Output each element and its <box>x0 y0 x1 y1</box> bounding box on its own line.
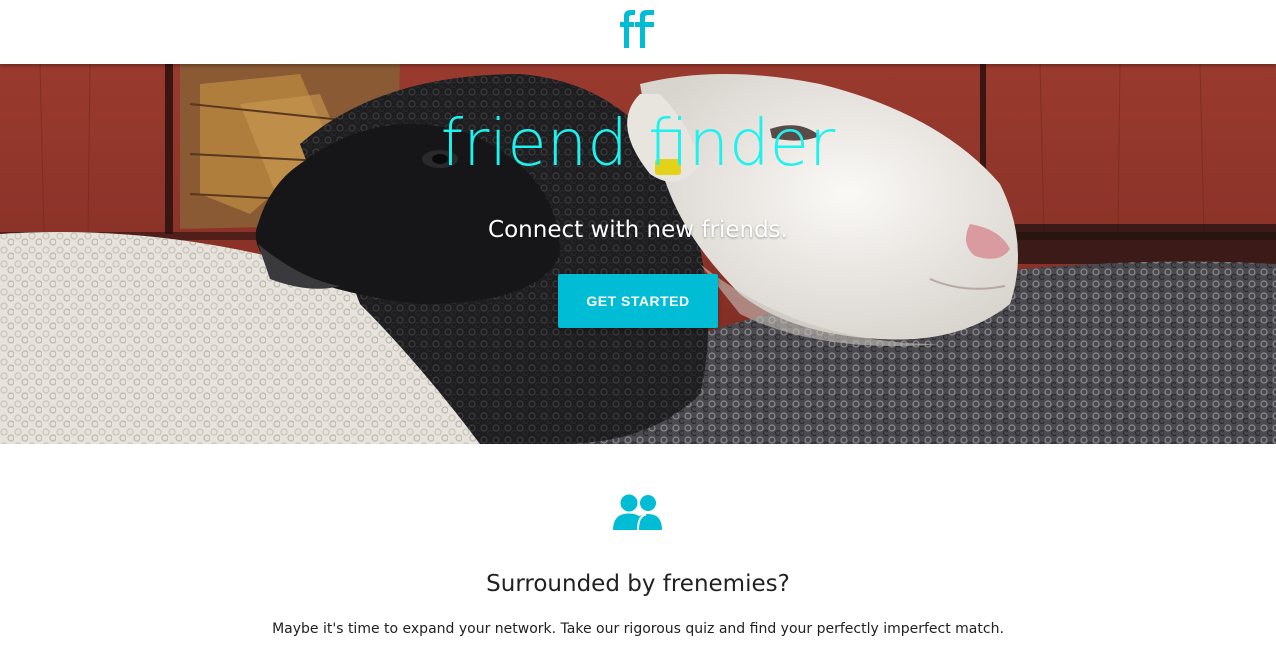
feature-description: Maybe it's time to expand your network. … <box>272 621 1004 637</box>
hero-subtitle: Connect with new friends. <box>488 217 788 243</box>
people-icon <box>613 494 662 530</box>
hero-title: friend finder <box>440 107 836 181</box>
get-started-button[interactable]: GET STARTED <box>558 274 718 328</box>
feature-heading: Surrounded by frenemies? <box>486 571 790 597</box>
feature-section: Surrounded by frenemies? Maybe it's time… <box>0 444 1276 664</box>
hero-banner: friend finder Connect with new friends. … <box>0 64 1276 444</box>
friend-finder-logo-icon[interactable] <box>618 10 658 50</box>
top-navbar <box>0 0 1276 64</box>
